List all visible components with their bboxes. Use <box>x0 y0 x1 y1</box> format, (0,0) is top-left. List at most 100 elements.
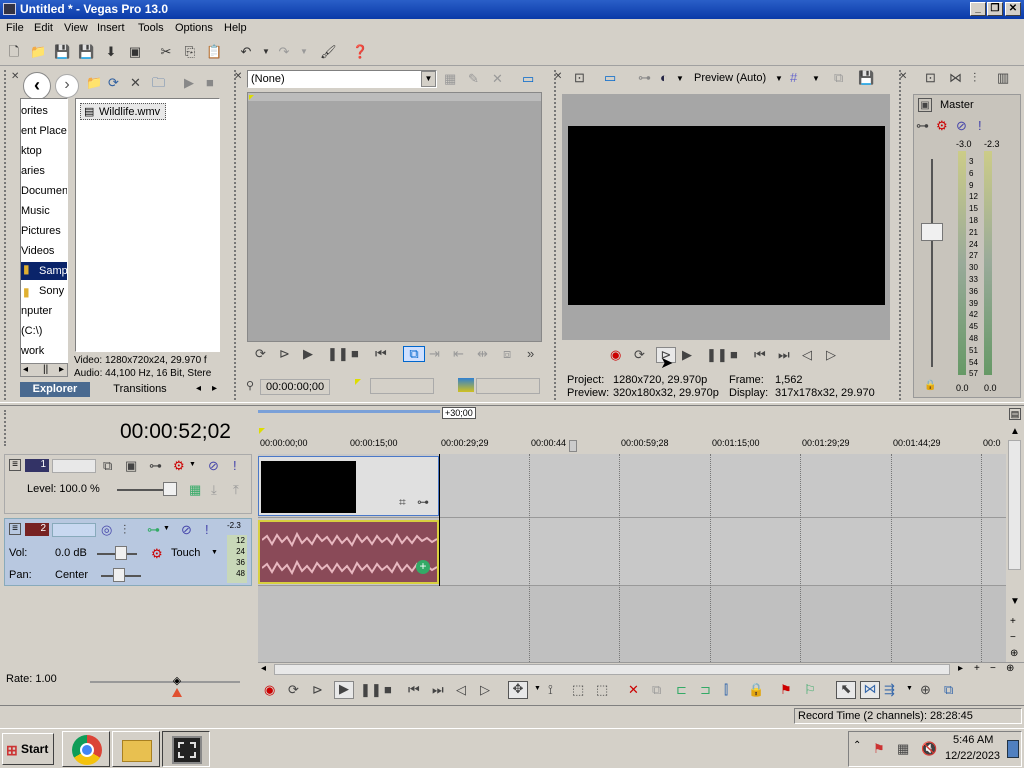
pause-icon[interactable]: ❚❚ <box>706 348 728 362</box>
video-event[interactable]: ⌗ ⊶ <box>258 456 439 516</box>
make-compositing-child-icon[interactable]: ▣ <box>125 459 137 473</box>
video-track-header[interactable]: ≡ 1 ⧉ ▣ ⊶ ⚙ ▼ ⊘ ! Level: 100.0 % ▦ ⤓ ⤒ <box>4 454 252 514</box>
audio-track-header[interactable]: ≡ 2 ◎ ⫶ ⊶ ▼ ⊘ ! -2.3 12 24 36 48 Vol: 0.… <box>4 518 252 586</box>
refresh-icon[interactable]: ⟳ <box>108 76 119 90</box>
master-solo-icon[interactable]: ! <box>978 119 982 133</box>
tree-item[interactable]: work <box>21 345 44 357</box>
meter-options-icon[interactable]: ▥ <box>997 71 1009 85</box>
trimmer-length-field[interactable] <box>476 378 540 394</box>
forward-button[interactable]: › <box>55 74 79 98</box>
solo-icon[interactable]: ! <box>233 459 237 473</box>
network-icon[interactable]: ▦ <box>897 742 909 756</box>
play-from-start-icon[interactable]: ⊳ <box>312 683 323 697</box>
invert-phase-icon[interactable]: ⫶ <box>123 523 126 537</box>
trimmer-source-dropdown[interactable]: (None) <box>247 70 437 88</box>
envelope-tool-icon[interactable]: ⟟ <box>548 683 553 697</box>
level-slider-handle[interactable] <box>163 482 177 496</box>
trimmer-btn-icon[interactable]: ⇤ <box>453 347 464 361</box>
go-to-start-icon[interactable]: ⏮ <box>754 348 766 362</box>
redo-icon[interactable]: ↷ <box>276 44 292 60</box>
play-icon[interactable]: ▶ <box>303 347 313 361</box>
chrome-taskbar-button[interactable] <box>62 731 110 767</box>
start-button[interactable]: ⊞ Start <box>2 733 54 765</box>
zoom-tool-icon[interactable]: ⊕ <box>1010 648 1018 659</box>
play-icon[interactable]: ▶ <box>334 681 354 699</box>
split-dropdown-icon[interactable]: ▼ <box>676 74 684 83</box>
scroll-left-icon[interactable]: ◂ <box>23 364 28 375</box>
tree-scrollbar[interactable]: ◂ || ▸ <box>20 363 68 377</box>
loop-icon[interactable]: ⟳ <box>255 347 266 361</box>
menu-edit[interactable]: Edit <box>34 22 53 34</box>
close-button[interactable]: ✕ <box>1005 2 1021 16</box>
record-icon[interactable]: ◉ <box>264 683 275 697</box>
action-center-icon[interactable]: ⚑ <box>873 742 885 756</box>
open-icon[interactable]: 📁 <box>30 44 46 60</box>
tree-item[interactable]: Sony <box>39 285 64 297</box>
close-panel-icon[interactable]: ✕ <box>899 70 907 84</box>
delete-icon[interactable]: ✕ <box>130 76 141 90</box>
undo-dropdown-icon[interactable]: ▼ <box>258 44 274 60</box>
overwrite-mode-icon[interactable]: ⧉ <box>403 346 425 362</box>
trim-icon[interactable]: ⧉ <box>652 683 661 697</box>
copy-icon[interactable]: ⎘ <box>182 44 198 60</box>
selection-tool-icon[interactable]: ⬚ <box>572 683 584 697</box>
paste-icon[interactable]: 📋 <box>206 44 222 60</box>
folder-tree[interactable]: orites ent Places ktop aries Documen Mus… <box>20 98 68 364</box>
close-panel-icon[interactable]: ✕ <box>234 70 242 84</box>
scroll-down-icon[interactable]: ▼ <box>1010 596 1020 607</box>
whats-this-icon[interactable]: ❓ <box>352 44 368 60</box>
track-name-field[interactable] <box>52 459 96 473</box>
file-item[interactable]: ▤ Wildlife.wmv <box>80 103 166 120</box>
menu-view[interactable]: View <box>64 22 88 34</box>
trimmer-edit-icon[interactable]: ✎ <box>468 72 479 86</box>
trimmer-btn-icon[interactable]: ⇥ <box>429 347 440 361</box>
scroll-right-icon[interactable]: ▸ <box>59 364 64 375</box>
quality-dropdown-icon[interactable]: ▼ <box>775 74 783 83</box>
zoom-in-icon[interactable]: + <box>1010 616 1016 627</box>
save-snapshot-icon[interactable]: 💾 <box>858 71 874 85</box>
mute-icon[interactable]: ⊘ <box>208 459 219 473</box>
volume-muted-icon[interactable]: 🔇 <box>921 742 937 756</box>
tab-transitions[interactable]: Transitions <box>92 382 188 397</box>
save-as-icon[interactable]: 💾 <box>78 44 94 60</box>
track-name-field[interactable] <box>52 523 96 537</box>
overlays-icon[interactable]: # <box>790 71 797 85</box>
composite-mode-icon[interactable]: ⧉ <box>103 459 112 473</box>
ripple-dropdown-icon[interactable]: ▼ <box>906 685 913 692</box>
more-icon[interactable]: » <box>527 347 534 361</box>
menu-insert[interactable]: Insert <box>97 22 125 34</box>
next-frame-icon[interactable]: ▷ <box>480 683 490 697</box>
render-as-icon[interactable]: ⬇ <box>103 44 119 60</box>
trim-start-icon[interactable]: ⊏ <box>676 683 687 697</box>
track-collapse-icon[interactable]: ≡ <box>9 523 21 535</box>
ignore-grouping-icon[interactable]: ⧉ <box>944 683 953 697</box>
tree-item[interactable]: ent Places <box>21 125 67 137</box>
preview-quality-dropdown[interactable]: Preview (Auto) <box>694 72 766 84</box>
auto-crossfades-icon[interactable]: ⋈ <box>860 681 880 699</box>
play-icon[interactable]: ▶ <box>682 348 692 362</box>
play-from-start-icon[interactable]: ⊳ <box>279 347 290 361</box>
downmix-icon[interactable]: ⋈ <box>949 71 962 85</box>
go-to-start-icon[interactable]: ⏮ <box>375 347 387 361</box>
pan-slider-handle[interactable] <box>113 568 125 582</box>
video-fx-icon[interactable]: ▦ <box>189 483 201 497</box>
scroll-thumb[interactable]: || <box>43 364 48 375</box>
menu-help[interactable]: Help <box>224 22 247 34</box>
track-motion-icon[interactable]: ⊶ <box>149 459 162 473</box>
stop-icon[interactable]: ■ <box>351 347 359 361</box>
scroll-left-icon[interactable]: ◂ <box>261 663 266 674</box>
stop-preview-icon[interactable]: ■ <box>206 76 214 90</box>
lock-envelopes-icon[interactable]: 🔒 <box>748 683 764 697</box>
tree-item[interactable]: Documen <box>21 185 67 197</box>
undo-icon[interactable]: ↶ <box>238 44 254 60</box>
zoom-tool-h-icon[interactable]: ⊕ <box>1006 663 1014 674</box>
back-button[interactable]: ‹ <box>23 72 51 100</box>
automation-up-icon[interactable]: ⤒ <box>233 483 239 497</box>
zoom-out-icon[interactable]: − <box>1010 632 1016 643</box>
pause-icon[interactable]: ❚❚ <box>360 683 382 697</box>
track-collapse-icon[interactable]: ≡ <box>9 459 21 471</box>
trimmer-btn-icon[interactable]: ⧈ <box>503 347 511 361</box>
tree-item[interactable]: Pictures <box>21 225 61 237</box>
timeline-vscroll[interactable]: ▤ ▲ ▼ + − ⊕ <box>1006 406 1024 662</box>
automation-down-icon[interactable]: ⤓ <box>211 483 217 497</box>
